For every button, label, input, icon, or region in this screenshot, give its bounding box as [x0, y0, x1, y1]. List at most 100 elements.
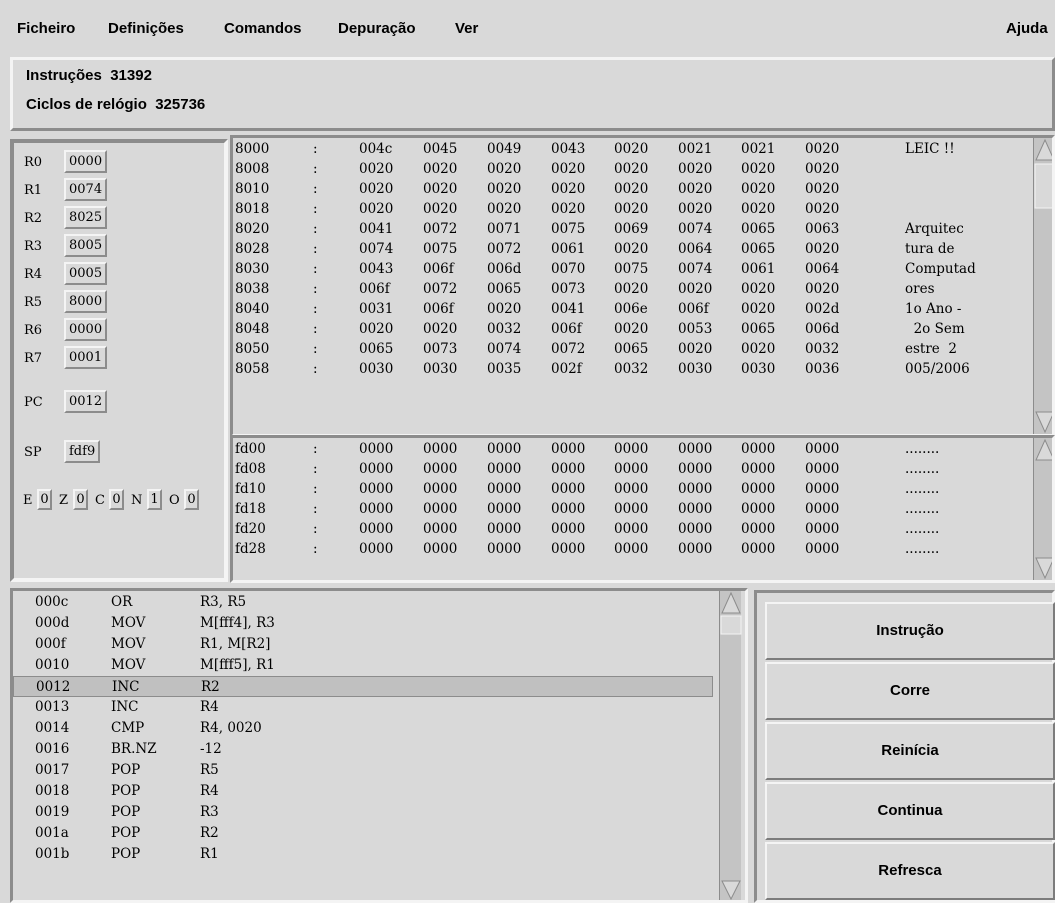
memory-stack-word[interactable]: 0000 [551, 439, 585, 460]
memory-stack-word[interactable]: 0000 [678, 439, 712, 460]
memory-data-word[interactable]: 0074 [678, 219, 712, 240]
memory-data-word[interactable]: 0020 [678, 179, 712, 200]
memory-stack-word[interactable]: 0000 [359, 459, 393, 480]
code-row[interactable]: 001a POP R2 [13, 823, 713, 844]
menu-ficheiro[interactable]: Ficheiro [17, 20, 75, 37]
memory-stack-word[interactable]: 0000 [614, 439, 648, 460]
memory-data-word[interactable]: 0020 [741, 279, 775, 300]
memory-data-word[interactable]: 0021 [741, 139, 775, 160]
memory-stack-word[interactable]: 0000 [805, 459, 839, 480]
memory-data-word[interactable]: 0020 [614, 199, 648, 220]
memory-stack-word[interactable]: 0000 [678, 459, 712, 480]
memory-data-word[interactable]: 0020 [614, 159, 648, 180]
memory-data-word[interactable]: 0020 [551, 199, 585, 220]
memory-data-word[interactable]: 0020 [614, 319, 648, 340]
reset-button[interactable]: Reinícia [765, 722, 1055, 780]
memory-stack-word[interactable]: 0000 [805, 479, 839, 500]
memory-data-word[interactable]: 0030 [741, 359, 775, 380]
memory-data-word[interactable]: 0020 [678, 199, 712, 220]
memory-data-word[interactable]: 0020 [805, 199, 839, 220]
memory-data-word[interactable]: 004c [359, 139, 392, 160]
memory-data-word[interactable]: 0035 [487, 359, 521, 380]
memory-data-word[interactable]: 006e [614, 299, 648, 320]
register-r0-value[interactable]: 0000 [64, 150, 108, 173]
memory-stack-word[interactable]: 0000 [423, 499, 457, 520]
memory-data-word[interactable]: 0020 [423, 199, 457, 220]
memory-data-word[interactable]: 0020 [359, 319, 393, 340]
memory-data-word[interactable]: 0020 [551, 179, 585, 200]
memory-stack-word[interactable]: 0000 [741, 519, 775, 540]
code-row[interactable]: 0010 MOV M[fff5], R1 [13, 655, 713, 676]
menu-depuracao[interactable]: Depuração [338, 20, 416, 37]
memory-data-word[interactable]: 0032 [614, 359, 648, 380]
memory-data-word[interactable]: 0072 [423, 279, 457, 300]
code-row[interactable]: 0013 INC R4 [13, 697, 713, 718]
memory-data-word[interactable]: 0020 [423, 159, 457, 180]
memory-data-word[interactable]: 0045 [423, 139, 457, 160]
memory-data-word[interactable]: 0030 [678, 359, 712, 380]
memory-data-word[interactable]: 0020 [678, 339, 712, 360]
memory-stack-word[interactable]: 0000 [678, 479, 712, 500]
continue-button[interactable]: Continua [765, 782, 1055, 840]
memory-data-word[interactable]: 0020 [805, 159, 839, 180]
memory-stack-word[interactable]: 0000 [551, 479, 585, 500]
memory-stack-word[interactable]: 0000 [741, 459, 775, 480]
memory-data-word[interactable]: 0073 [423, 339, 457, 360]
memory-data-word[interactable]: 0020 [487, 199, 521, 220]
flag-z-value[interactable]: 0 [73, 489, 88, 510]
memory-data-word[interactable]: 0041 [359, 219, 393, 240]
disassembly-scrollbar[interactable] [719, 591, 742, 900]
memory-data-word[interactable]: 0032 [805, 339, 839, 360]
memory-data-word[interactable]: 0036 [805, 359, 839, 380]
memory-data-word[interactable]: 0020 [741, 179, 775, 200]
register-r4-value[interactable]: 0005 [64, 262, 108, 285]
memory-data-word[interactable]: 006f [551, 319, 582, 340]
memory-data-word[interactable]: 0020 [614, 139, 648, 160]
memory-data-word[interactable]: 0020 [359, 199, 393, 220]
memory-data-word[interactable]: 0061 [551, 239, 585, 260]
register-r7-value[interactable]: 0001 [64, 346, 108, 369]
memory-stack-word[interactable]: 0000 [614, 459, 648, 480]
memory-data-word[interactable]: 0020 [805, 179, 839, 200]
memory-stack-word[interactable]: 0000 [487, 439, 521, 460]
memory-data-word[interactable]: 0020 [741, 159, 775, 180]
memory-data-word[interactable]: 0020 [614, 179, 648, 200]
memory-stack-word[interactable]: 0000 [614, 539, 648, 560]
memory-stack-word[interactable]: 0000 [423, 519, 457, 540]
memory-data-word[interactable]: 0075 [423, 239, 457, 260]
register-r6-value[interactable]: 0000 [64, 318, 108, 341]
memory-data-word[interactable]: 006f [423, 299, 454, 320]
memory-stack-word[interactable]: 0000 [359, 499, 393, 520]
code-row[interactable]: 0014 CMP R4, 0020 [13, 718, 713, 739]
memory-data-word[interactable]: 0065 [614, 339, 648, 360]
memory-stack-word[interactable]: 0000 [614, 519, 648, 540]
memory-stack-word[interactable]: 0000 [551, 539, 585, 560]
code-row[interactable]: 000d MOV M[fff4], R3 [13, 613, 713, 634]
register-r2-value[interactable]: 8025 [64, 206, 108, 229]
register-pc-value[interactable]: 0012 [64, 390, 108, 413]
memory-stack-word[interactable]: 0000 [741, 499, 775, 520]
memory-stack-word[interactable]: 0000 [805, 539, 839, 560]
memory-data-word[interactable]: 0020 [805, 279, 839, 300]
memory-data-word[interactable]: 0041 [551, 299, 585, 320]
memory-data-word[interactable]: 0030 [423, 359, 457, 380]
memory-stack-word[interactable]: 0000 [359, 519, 393, 540]
memory-data-word[interactable]: 0031 [359, 299, 393, 320]
register-r3-value[interactable]: 8005 [64, 234, 108, 257]
memory-stack-word[interactable]: 0000 [487, 479, 521, 500]
memory-data-word[interactable]: 0043 [359, 259, 393, 280]
memory-data-word[interactable]: 0053 [678, 319, 712, 340]
memory-data-word[interactable]: 0020 [741, 339, 775, 360]
memory-data-word[interactable]: 0020 [614, 239, 648, 260]
code-row-current[interactable]: 0012 INC R2 [13, 676, 713, 697]
register-r5-value[interactable]: 8000 [64, 290, 108, 313]
flag-o-value[interactable]: 0 [184, 489, 199, 510]
memory-data-word[interactable]: 002d [805, 299, 839, 320]
memory-data-word[interactable]: 0069 [614, 219, 648, 240]
memory-stack-word[interactable]: 0000 [678, 499, 712, 520]
code-row[interactable]: 000f MOV R1, M[R2] [13, 634, 713, 655]
memory-data-word[interactable]: 0030 [359, 359, 393, 380]
memory-stack-word[interactable]: 0000 [741, 439, 775, 460]
memory-stack-word[interactable]: 0000 [741, 539, 775, 560]
memory-data-word[interactable]: 0070 [551, 259, 585, 280]
